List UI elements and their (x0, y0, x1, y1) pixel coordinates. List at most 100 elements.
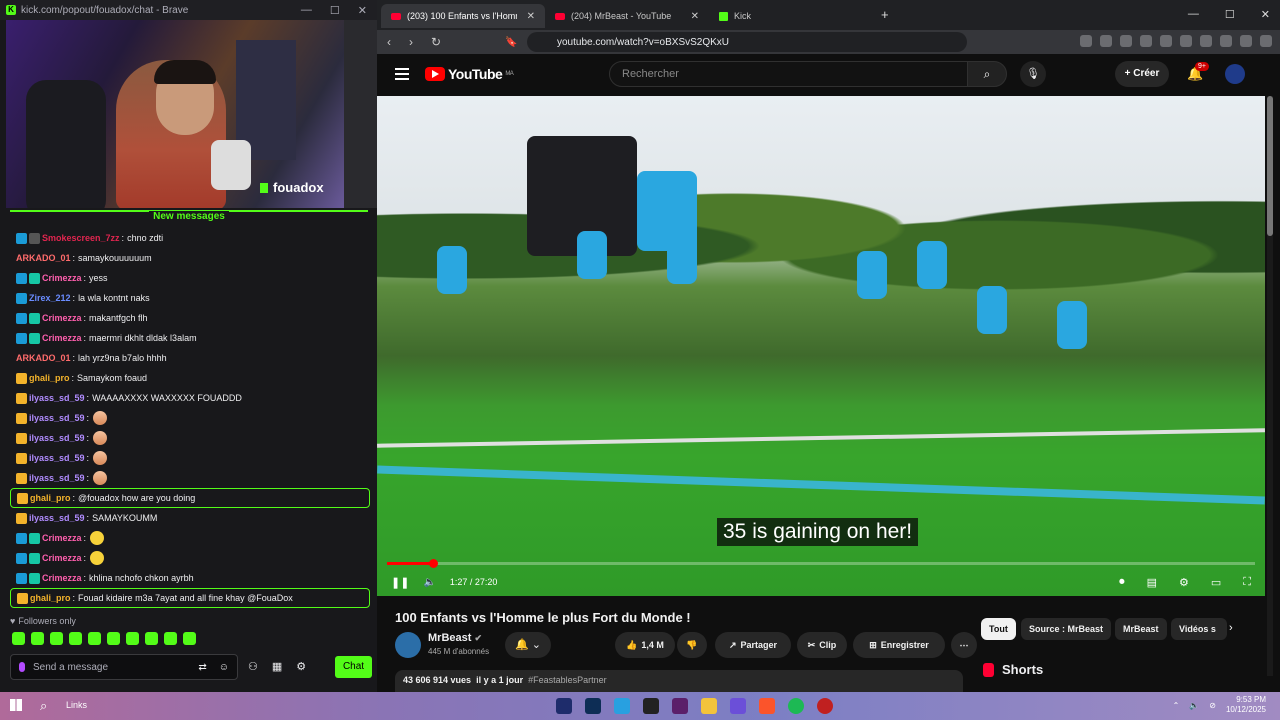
volume-icon[interactable]: 🔈 (423, 577, 435, 588)
chat-username[interactable]: ilyass_sd_59 (29, 453, 85, 463)
page-scrollbar[interactable] (1267, 96, 1273, 676)
video-progress-bar[interactable] (387, 559, 1255, 568)
new-tab-button[interactable]: + (881, 7, 889, 22)
theater-mode-icon[interactable]: ▭ (1211, 576, 1221, 589)
close-tab-icon[interactable]: ✕ (527, 11, 535, 22)
emote-icon[interactable] (126, 632, 139, 645)
chat-username[interactable]: ARKADO_01 (16, 253, 71, 263)
file-explorer-icon[interactable] (701, 698, 717, 714)
chip-source[interactable]: Source : MrBeast (1021, 618, 1112, 640)
chat-username[interactable]: Crimezza (42, 553, 82, 563)
clock[interactable]: 9:53 PM 10/12/2025 (1226, 695, 1266, 715)
volume-icon[interactable]: 🔈 (1189, 701, 1199, 710)
save-button[interactable]: ⊞ Enregistrer (853, 632, 945, 658)
chat-username[interactable]: ghali_pro (29, 373, 70, 383)
more-actions-button[interactable]: ⋯ (951, 632, 977, 658)
autoplay-toggle[interactable]: ⏺ (1119, 576, 1125, 589)
tab-video[interactable]: (203) 100 Enfants vs l'Homme ✕ (381, 4, 545, 28)
chat-username[interactable]: ghali_pro (30, 593, 71, 603)
captions-icon[interactable]: ▤ (1147, 576, 1157, 589)
chip-channel[interactable]: MrBeast (1115, 618, 1167, 640)
extension-icon[interactable] (1160, 35, 1172, 47)
url-field[interactable]: 🔖 youtube.com/watch?v=oBXSvS2QKxU (505, 32, 967, 52)
dislike-button[interactable]: 👎 (677, 632, 707, 658)
emote-icon[interactable] (12, 632, 25, 645)
video-player[interactable]: 35 is gaining on her! ❚❚ 🔈 1:27 / 27:20 … (377, 96, 1265, 596)
chevron-right-icon[interactable]: › (1229, 622, 1233, 634)
gift-icon[interactable]: ▦ (272, 660, 282, 673)
avatar[interactable] (1225, 64, 1245, 84)
chat-username[interactable]: ilyass_sd_59 (29, 413, 85, 423)
maximize-icon[interactable]: ☐ (330, 4, 340, 17)
create-button[interactable]: + Créer (1115, 61, 1169, 87)
scrollbar-thumb[interactable] (1267, 96, 1273, 236)
forward-icon[interactable]: › (409, 35, 413, 49)
reload-icon[interactable]: ↻ (431, 35, 441, 49)
voice-search-icon[interactable]: 🎙 (1020, 61, 1046, 87)
chat-send-button[interactable]: Chat (335, 656, 372, 678)
chip-all[interactable]: Tout (981, 618, 1016, 640)
extension-icon[interactable] (1100, 35, 1112, 47)
emoji-icon[interactable]: ☺ (219, 662, 229, 673)
chat-input[interactable]: Send a message ⇄ ☺ (10, 654, 238, 680)
search-icon[interactable]: ⌕ (40, 698, 47, 714)
chip-videos[interactable]: Vidéos s (1171, 618, 1227, 640)
tab-mrbeast[interactable]: (204) MrBeast - YouTube ✕ (545, 4, 709, 28)
search-icon[interactable]: ⌕ (967, 61, 1007, 87)
chat-username[interactable]: Crimezza (42, 273, 82, 283)
emote-icon[interactable] (88, 632, 101, 645)
close-icon[interactable]: ✕ (1261, 8, 1270, 21)
app-icon[interactable] (817, 698, 833, 714)
chat-username[interactable]: Crimezza (42, 573, 82, 583)
extension-icon[interactable] (1120, 35, 1132, 47)
extension-icon[interactable] (1240, 35, 1252, 47)
chat-username[interactable]: ilyass_sd_59 (29, 473, 85, 483)
share-button[interactable]: ↗ Partager (715, 632, 791, 658)
translate-icon[interactable]: ⇄ (198, 662, 206, 673)
extension-icon[interactable] (1080, 35, 1092, 47)
emote-icon[interactable] (69, 632, 82, 645)
emote-icon[interactable] (50, 632, 63, 645)
tab-kick[interactable]: Kick (709, 4, 873, 28)
emote-icon[interactable] (145, 632, 158, 645)
extension-icon[interactable] (1200, 35, 1212, 47)
chat-username[interactable]: Crimezza (42, 333, 82, 343)
brave-icon[interactable] (759, 698, 775, 714)
premiere-icon[interactable] (556, 698, 572, 714)
minimize-icon[interactable]: — (1188, 8, 1199, 21)
hashtag[interactable]: #FeastablesPartner (528, 675, 607, 685)
app-icon[interactable] (614, 698, 630, 714)
extension-icon[interactable] (1180, 35, 1192, 47)
search-input[interactable]: Rechercher (609, 61, 969, 87)
channel-avatar[interactable] (395, 632, 421, 658)
pause-icon[interactable]: ❚❚ (391, 576, 409, 589)
subscription-bell-button[interactable]: 🔔 ⌄ (505, 632, 551, 658)
photoshop-icon[interactable] (585, 698, 601, 714)
extension-icon[interactable] (1140, 35, 1152, 47)
close-icon[interactable]: ✕ (358, 4, 367, 17)
channel-name[interactable]: MrBeast ✔ (428, 632, 482, 644)
like-button[interactable]: 👍 1,4 M (615, 632, 675, 658)
clip-button[interactable]: ✂ Clip (797, 632, 847, 658)
windows-start-icon[interactable] (10, 699, 22, 711)
chat-username[interactable]: ilyass_sd_59 (29, 393, 85, 403)
emote-icon[interactable] (164, 632, 177, 645)
emote-icon[interactable] (31, 632, 44, 645)
description-box[interactable]: 43 606 914 vues il y a 1 jour #Feastable… (395, 670, 963, 692)
app-icon[interactable] (672, 698, 688, 714)
progress-knob[interactable] (429, 559, 438, 568)
minimize-icon[interactable]: — (301, 4, 312, 17)
close-tab-icon[interactable]: ✕ (691, 11, 699, 22)
app-icon[interactable] (643, 698, 659, 714)
discord-icon[interactable] (730, 698, 746, 714)
chat-username[interactable]: Smokescreen_7zz (42, 233, 120, 243)
spotify-icon[interactable] (788, 698, 804, 714)
users-icon[interactable]: ⚇ (248, 660, 258, 673)
chat-username[interactable]: Crimezza (42, 313, 82, 323)
extension-icon[interactable] (1220, 35, 1232, 47)
chat-username[interactable]: ARKADO_01 (16, 353, 71, 363)
emote-icon[interactable] (183, 632, 196, 645)
maximize-icon[interactable]: ☐ (1225, 8, 1235, 21)
back-icon[interactable]: ‹ (387, 35, 391, 49)
settings-icon[interactable]: ⚙ (296, 660, 306, 673)
